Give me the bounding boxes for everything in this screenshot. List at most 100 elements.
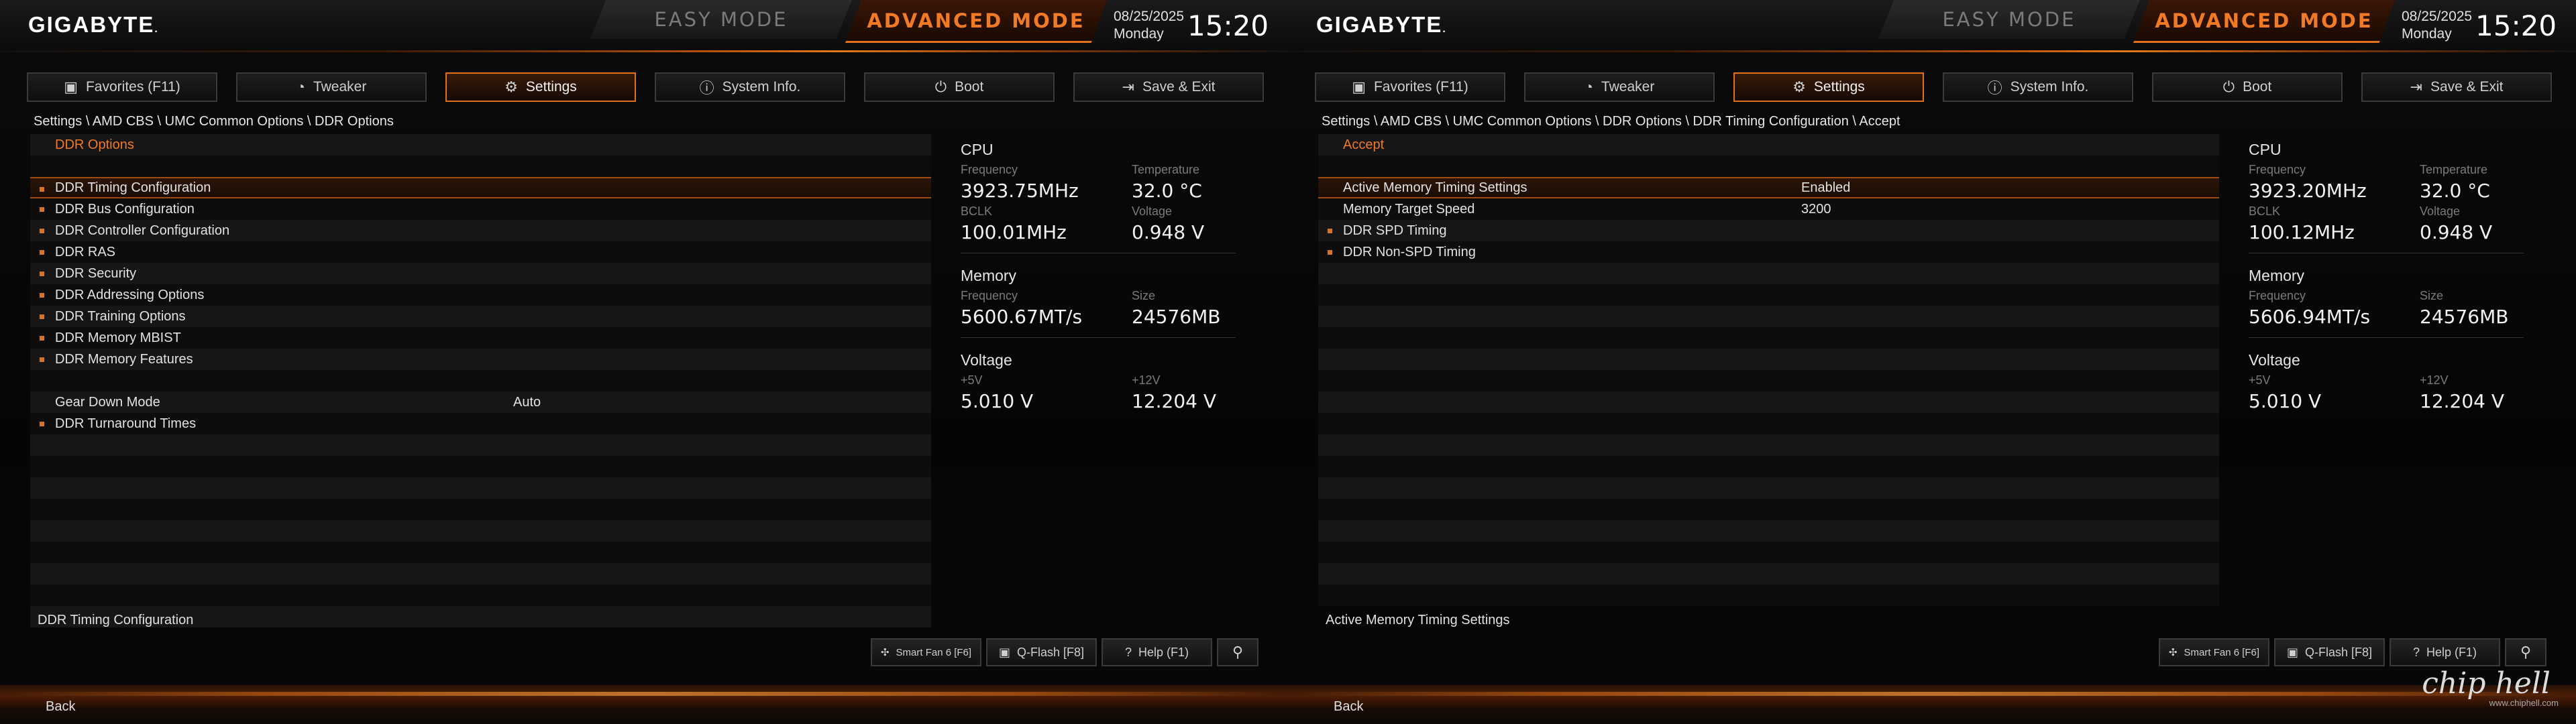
easy-mode-button[interactable]: EASY MODE	[1878, 0, 2140, 39]
tab-label: Settings	[1813, 79, 1865, 95]
menu-item-ddr-spd-timing[interactable]: DDR SPD Timing	[1318, 220, 2219, 241]
v12-label: +12V	[1132, 373, 1161, 387]
voltage-section-title: Voltage	[2249, 351, 2300, 369]
menu-item-ddr-memory-mbist[interactable]: DDR Memory MBIST	[30, 327, 931, 349]
menu-spacer	[1318, 585, 2219, 606]
back-button[interactable]: Back	[46, 699, 75, 715]
day-text: Monday	[1114, 26, 1164, 42]
back-button[interactable]: Back	[1334, 699, 1363, 715]
menu-item-ddr-controller-configuration[interactable]: DDR Controller Configuration	[30, 220, 931, 241]
menu-item-memory-target-speed[interactable]: Memory Target Speed 3200	[1318, 198, 2219, 220]
menu-spacer	[30, 542, 931, 563]
menu-item-ddr-memory-features[interactable]: DDR Memory Features	[30, 349, 931, 370]
tab-boot[interactable]: ⏻ Boot	[2152, 72, 2343, 102]
menu-spacer	[1318, 391, 2219, 413]
gear-icon: ⚙	[1792, 78, 1806, 95]
menu-item-ddr-addressing-options[interactable]: DDR Addressing Options	[30, 284, 931, 306]
bottom-toolbar: ✣ Smart Fan 6 [F6] ▣ Q-Flash [F8] ? Help (F…	[871, 638, 1258, 666]
menu-spacer	[30, 585, 931, 606]
bclk-label: BCLK	[961, 204, 993, 218]
bclk-value: 100.12MHz	[2249, 221, 2355, 243]
cpu-section-title: CPU	[2249, 141, 2282, 158]
menu-spacer	[30, 434, 931, 456]
tab-favorites[interactable]: ▣ Favorites (F11)	[27, 72, 217, 102]
memory-size-label: Size	[1132, 289, 1156, 302]
smart-fan-button[interactable]: ✣ Smart Fan 6 [F6]	[2159, 638, 2269, 666]
search-button[interactable]: ⚲	[2505, 638, 2546, 666]
menu-spacer	[30, 499, 931, 520]
submenu-bullet-icon	[40, 229, 44, 233]
menu-item-label: DDR SPD Timing	[1343, 223, 1447, 238]
menu-item-label: DDR Security	[55, 266, 137, 281]
menu-item-ddr-ras[interactable]: DDR RAS	[30, 241, 931, 263]
tab-boot[interactable]: ⏻ Boot	[864, 72, 1055, 102]
item-help-text: Active Memory Timing Settings	[1326, 613, 1510, 627]
setting-value[interactable]: 3200	[1801, 198, 1831, 220]
menu-item-active-memory-timing-settings[interactable]: Active Memory Timing Settings Enabled	[1318, 177, 2219, 198]
menu-item-gear-down-mode[interactable]: Gear Down Mode Auto	[30, 391, 931, 413]
submenu-bullet-icon	[40, 422, 44, 426]
fan-icon: ✣	[880, 647, 890, 658]
favorites-icon: ▣	[64, 78, 78, 95]
advanced-mode-button[interactable]: ADVANCED MODE	[2133, 0, 2395, 43]
easy-mode-button[interactable]: EASY MODE	[590, 0, 852, 39]
date-display: 08/25/2025 Monday	[1114, 8, 1184, 43]
bclk-label: BCLK	[2249, 204, 2281, 218]
help-button[interactable]: ? Help (F1)	[1102, 638, 1212, 666]
menu-item-ddr-training-options[interactable]: DDR Training Options	[30, 306, 931, 327]
cpu-frequency-value: 3923.20MHz	[2249, 180, 2367, 202]
tab-label: Favorites (F11)	[1373, 79, 1468, 95]
tab-tweaker[interactable]: ◔ Tweaker	[236, 72, 427, 102]
qflash-button[interactable]: ▣ Q-Flash [F8]	[986, 638, 1097, 666]
cpu-temperature-label: Temperature	[1132, 163, 1200, 176]
tab-save-exit[interactable]: ⇥ Save & Exit	[1073, 72, 1264, 102]
menu-panel: DDR Options DDR Timing Configuration DDR…	[30, 134, 931, 627]
tab-label: Settings	[525, 79, 577, 95]
exit-icon: ⇥	[2410, 78, 2422, 95]
smart-fan-button[interactable]: ✣ Smart Fan 6 [F6]	[871, 638, 981, 666]
memory-size-label: Size	[2420, 289, 2444, 302]
button-label: Smart Fan 6 [F6]	[2184, 646, 2260, 658]
menu-item-ddr-non-spd-timing[interactable]: DDR Non-SPD Timing	[1318, 241, 2219, 263]
menu-spacer	[30, 477, 931, 499]
menu-spacer	[1318, 306, 2219, 327]
menu-item-ddr-bus-configuration[interactable]: DDR Bus Configuration	[30, 198, 931, 220]
cpu-temperature-label: Temperature	[2420, 163, 2488, 176]
setting-label: Active Memory Timing Settings	[1343, 180, 1527, 195]
submenu-bullet-icon	[40, 314, 44, 319]
submenu-bullet-icon	[40, 293, 44, 298]
top-bar: GIGABYTE EASY MODE ADVANCED MODE 08/25/2…	[1288, 0, 2576, 52]
divider	[2249, 337, 2524, 338]
tab-settings[interactable]: ⚙ Settings	[1733, 72, 1924, 102]
menu-spacer	[30, 370, 931, 391]
help-icon: ?	[1124, 645, 1132, 659]
setting-label: Memory Target Speed	[1343, 202, 1475, 217]
memory-size-value: 24576MB	[1132, 306, 1221, 328]
info-icon: ⓘ	[699, 80, 714, 97]
tab-favorites[interactable]: ▣ Favorites (F11)	[1315, 72, 1505, 102]
search-button[interactable]: ⚲	[1217, 638, 1258, 666]
help-button[interactable]: ? Help (F1)	[2390, 638, 2500, 666]
tab-tweaker[interactable]: ◔ Tweaker	[1524, 72, 1715, 102]
cpu-voltage-value: 0.948 V	[2420, 221, 2493, 243]
tab-system-info[interactable]: ⓘ System Info.	[655, 72, 845, 102]
cpu-section-title: CPU	[961, 141, 994, 158]
tab-system-info[interactable]: ⓘ System Info.	[1943, 72, 2133, 102]
exit-icon: ⇥	[1122, 78, 1134, 95]
setting-value[interactable]: Auto	[513, 391, 541, 413]
menu-item-ddr-timing-configuration[interactable]: DDR Timing Configuration	[30, 177, 931, 198]
cpu-frequency-value: 3923.75MHz	[961, 180, 1079, 202]
advanced-mode-button[interactable]: ADVANCED MODE	[845, 0, 1107, 43]
tab-label: Tweaker	[313, 79, 367, 95]
divider	[961, 337, 1236, 338]
setting-value[interactable]: Enabled	[1801, 178, 1850, 197]
menu-item-ddr-security[interactable]: DDR Security	[30, 263, 931, 284]
menu-spacer	[30, 456, 931, 477]
menu-item-ddr-turnaround-times[interactable]: DDR Turnaround Times	[30, 413, 931, 434]
main-tabs: ▣ Favorites (F11) ◔ Tweaker ⚙ Settings ⓘ Sys…	[27, 72, 1264, 102]
tab-save-exit[interactable]: ⇥ Save & Exit	[2361, 72, 2552, 102]
submenu-bullet-icon	[40, 207, 44, 212]
qflash-button[interactable]: ▣ Q-Flash [F8]	[2274, 638, 2385, 666]
tab-settings[interactable]: ⚙ Settings	[445, 72, 636, 102]
cpu-temperature-value: 32.0 °C	[1132, 180, 1202, 202]
